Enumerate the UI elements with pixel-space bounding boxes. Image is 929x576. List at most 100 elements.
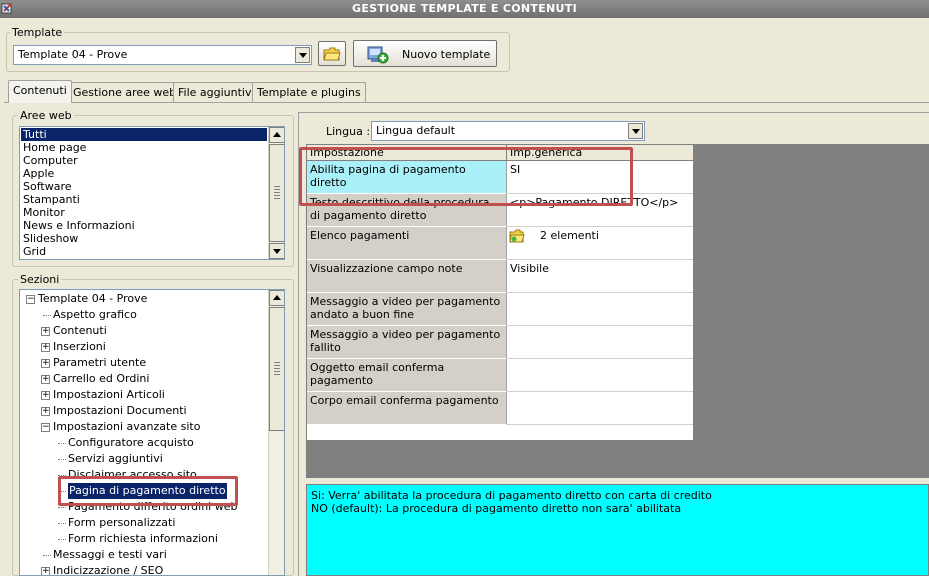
list-item[interactable]: Slideshow [21,232,267,245]
highlight-box-tree [58,476,238,506]
template-select[interactable]: Template 04 - Prove [13,45,312,65]
tree-item-label: Form richiesta informazioni [68,532,218,545]
tree-item[interactable]: + Carrello ed Ordini [20,371,267,387]
list-item[interactable]: Computer [21,154,267,167]
tree-item[interactable]: Servizi aggiuntivi [20,451,267,467]
grid-value-cell[interactable]: Visibile [507,260,693,293]
tree-item-label: Inserzioni [53,340,106,353]
list-item[interactable]: Grid [21,245,267,258]
tree-item-label: Impostazioni Articoli [53,388,165,401]
tree-connector [58,523,66,524]
expand-icon[interactable]: + [41,391,50,400]
scroll-thumb[interactable] [269,144,284,242]
scroll-up-icon[interactable] [269,127,284,143]
tree-item-label: Contenuti [53,324,107,337]
tree-item-label: Carrello ed Ordini [53,372,150,385]
tree-item-label: Impostazioni Documenti [53,404,187,417]
tree-item[interactable]: Messaggi e testi vari [20,547,267,563]
tree-item[interactable]: − Impostazioni avanzate sito [20,419,267,435]
tree-item-label: Aspetto grafico [53,308,137,321]
tree-item[interactable]: Aspetto grafico [20,307,267,323]
tree-item[interactable]: + Indicizzazione / SEO [20,563,267,576]
sezioni-scrollbar[interactable] [268,290,284,575]
list-item[interactable]: Apple [21,167,267,180]
tree-connector [58,539,66,540]
grid-value-cell[interactable] [507,359,693,392]
app-icon [1,3,12,14]
window-title: GESTIONE TEMPLATE E CONTENUTI [352,2,577,15]
expand-icon[interactable]: + [41,567,50,575]
chevron-down-icon[interactable] [628,123,643,139]
collapse-icon[interactable]: − [41,423,50,432]
tree-item[interactable]: Configuratore acquisto [20,435,267,451]
collapse-icon[interactable]: − [26,295,35,304]
tab-file-aggiuntivi[interactable]: File aggiuntivi [173,82,260,102]
grid-value-cell[interactable] [507,293,693,326]
expand-icon[interactable]: + [41,375,50,384]
tab-gestione-aree-web[interactable]: Gestione aree web [68,82,182,102]
grid-setting-cell[interactable]: Corpo email conferma pagamento [307,392,507,425]
aree-web-scrollbar[interactable] [268,127,284,259]
tab-label: Template e plugins [257,86,361,99]
grid-value-cell[interactable] [507,326,693,359]
tab-label: Contenuti [13,84,67,97]
new-template-button-label: Nuovo template [402,48,491,61]
tree-item[interactable]: Form personalizzati [20,515,267,531]
tree-item[interactable]: + Impostazioni Documenti [20,403,267,419]
lingua-label: Lingua : [326,125,371,138]
tab-template-e-plugins[interactable]: Template e plugins [252,82,366,102]
aree-web-label: Aree web [18,109,74,122]
lingua-select[interactable]: Lingua default [371,121,645,141]
grid-setting-cell[interactable]: Elenco pagamenti [307,227,507,260]
list-item[interactable]: Monitor [21,206,267,219]
tree-item-label: Messaggi e testi vari [53,548,167,561]
highlight-box-grid [299,147,633,206]
list-item[interactable]: Tutti [21,128,267,141]
tree-connector [58,459,66,460]
expand-icon[interactable]: + [41,407,50,416]
list-item[interactable]: Software [21,180,267,193]
tab-label: Gestione aree web [73,86,177,99]
grid-setting-cell[interactable]: Messaggio a video per pagamento fallito [307,326,507,359]
tree-item-label: Configuratore acquisto [68,436,194,449]
list-item[interactable]: Home page [21,141,267,154]
grid-value-text: 2 elementi [540,229,599,242]
tree-item[interactable]: Form richiesta informazioni [20,531,267,547]
description-line-2: NO (default): La procedura di pagamento … [311,502,682,515]
tree-item[interactable]: + Impostazioni Articoli [20,387,267,403]
lingua-select-value: Lingua default [376,124,456,137]
grid-value-cell[interactable] [507,392,693,425]
expand-icon[interactable]: + [41,327,50,336]
tree-connector [43,555,51,556]
expand-icon[interactable]: + [41,359,50,368]
tree-item[interactable]: + Parametri utente [20,355,267,371]
tree-item[interactable]: + Contenuti [20,323,267,339]
template-select-value: Template 04 - Prove [18,48,128,61]
tree-item[interactable]: + Inserzioni [20,339,267,355]
new-template-button[interactable]: Nuovo template [353,40,497,67]
grid-setting-cell[interactable]: Messaggio a video per pagamento andato a… [307,293,507,326]
folder-icon [323,47,341,61]
chevron-down-icon[interactable] [295,47,310,63]
open-folder-button[interactable] [318,41,346,66]
grid-setting-cell[interactable]: Oggetto email conferma pagamento [307,359,507,392]
scroll-down-icon[interactable] [269,243,284,259]
grid-setting-cell[interactable]: Visualizzazione campo note [307,260,507,293]
tree-item-label: Impostazioni avanzate sito [53,420,201,433]
description-panel: Si: Verra' abilitata la procedura di pag… [306,484,929,576]
scroll-thumb[interactable] [269,307,284,431]
tree-item-label: Indicizzazione / SEO [53,564,164,576]
expand-icon[interactable]: + [41,343,50,352]
grid-value-cell[interactable]: 2 elementi [507,227,693,260]
sezioni-tree[interactable]: − Template 04 - Prove Aspetto grafico + Cont… [19,289,285,576]
tree-item-label: Template 04 - Prove [38,292,148,305]
scroll-up-icon[interactable] [269,290,284,306]
list-item[interactable]: News e Informazioni [21,219,267,232]
aree-web-list[interactable]: Tutti Home page Computer Apple Software Stamp… [19,126,285,260]
list-item[interactable]: Stampanti [21,193,267,206]
tree-item[interactable]: − Template 04 - Prove [20,291,267,307]
sezioni-label: Sezioni [18,273,62,286]
tab-contenuti[interactable]: Contenuti [8,80,72,103]
tree-item-label: Form personalizzati [68,516,176,529]
template-group-label: Template [10,26,65,39]
